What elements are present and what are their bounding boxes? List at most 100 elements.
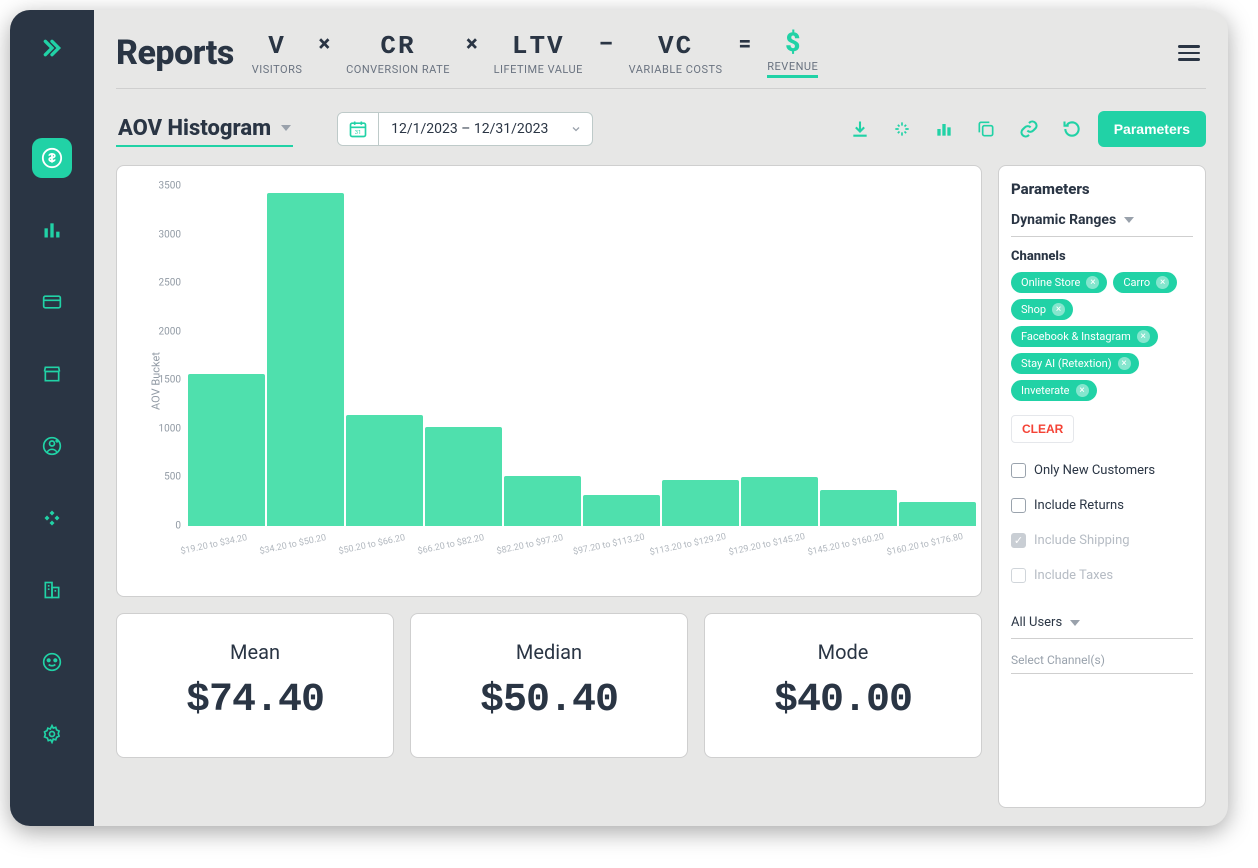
checkbox	[1011, 533, 1026, 548]
term-ltv[interactable]: LTV LIFETIME VALUE	[494, 31, 583, 76]
y-tick-label: 2000	[155, 326, 181, 337]
x-tick-label: $82.20 to $97.20	[484, 531, 574, 559]
term-conversion[interactable]: CR CONVERSION RATE	[346, 31, 450, 76]
sidebar-item-building[interactable]	[32, 570, 72, 610]
y-tick-label: 2500	[155, 278, 181, 289]
x-tick-label: $160.20 to $176.80	[879, 531, 969, 559]
dollar-icon: $	[785, 28, 800, 58]
y-tick-label: 0	[155, 521, 181, 532]
sidebar-item-card[interactable]	[32, 282, 72, 322]
copy-icon[interactable]	[976, 119, 996, 139]
term-vc[interactable]: VC VARIABLE COSTS	[629, 31, 723, 76]
checkbox[interactable]	[1011, 463, 1026, 478]
histogram-bar[interactable]	[820, 490, 897, 526]
sidebar-item-store[interactable]	[32, 354, 72, 394]
sidebar-item-charts[interactable]	[32, 210, 72, 250]
checkbox-row: Include Shipping	[1011, 523, 1193, 558]
op-multiply: ×	[318, 32, 330, 57]
content-area: AOV Bucket 0500100015002000250030003500$…	[116, 165, 1206, 808]
select-channels-input[interactable]: Select Channel(s)	[1011, 639, 1193, 674]
stat-card-mode: Mode $40.00	[704, 613, 982, 758]
y-tick-label: 3500	[155, 181, 181, 192]
channel-chip[interactable]: Shop×	[1011, 299, 1073, 320]
checkbox	[1011, 568, 1026, 583]
bar-chart-icon[interactable]	[934, 119, 954, 139]
x-tick-label: $19.20 to $34.20	[168, 531, 258, 559]
histogram-bar[interactable]	[504, 476, 581, 527]
formula-bar: V VISITORS × CR CONVERSION RATE × LTV LI…	[252, 28, 1172, 78]
remove-chip-icon[interactable]: ×	[1137, 330, 1150, 343]
sidebar-item-user[interactable]	[32, 426, 72, 466]
channel-chip[interactable]: Stay AI (Retextion)×	[1011, 353, 1139, 374]
x-tick-label: $113.20 to $129.20	[642, 531, 732, 559]
channel-chip[interactable]: Inveterate×	[1011, 380, 1097, 401]
tool-icons	[850, 119, 1082, 139]
sidebar-item-revenue[interactable]	[32, 138, 72, 178]
caret-down-icon	[1124, 217, 1134, 223]
remove-chip-icon[interactable]: ×	[1118, 357, 1131, 370]
chevron-down-icon	[560, 120, 592, 139]
histogram-bar[interactable]	[188, 374, 265, 527]
x-tick-label: $129.20 to $145.20	[721, 531, 811, 559]
histogram-bar[interactable]	[662, 480, 739, 526]
header: Reports V VISITORS × CR CONVERSION RATE …	[116, 28, 1206, 89]
parameters-panel: Parameters Dynamic Ranges Channels Onlin…	[998, 165, 1206, 808]
channel-chip[interactable]: Facebook & Instagram×	[1011, 326, 1158, 347]
sidebar-item-gamepad[interactable]	[32, 498, 72, 538]
sidebar-item-settings[interactable]	[32, 714, 72, 754]
sidebar-item-dashboard[interactable]	[32, 642, 72, 682]
remove-chip-icon[interactable]: ×	[1156, 276, 1169, 289]
histogram-bar[interactable]	[741, 477, 818, 526]
histogram-bar[interactable]	[583, 495, 660, 526]
parameters-title: Parameters	[1011, 180, 1193, 198]
channel-chip[interactable]: Online Store×	[1011, 272, 1107, 293]
histogram-bar[interactable]	[267, 193, 344, 526]
y-tick-label: 1500	[155, 375, 181, 386]
sparkle-icon[interactable]	[892, 119, 912, 139]
menu-icon[interactable]	[1172, 39, 1206, 67]
checkbox-row: Include Taxes	[1011, 558, 1193, 593]
link-icon[interactable]	[1018, 119, 1040, 139]
app-logo	[36, 32, 68, 68]
aov-histogram-chart: AOV Bucket 0500100015002000250030003500$…	[116, 165, 982, 597]
toolbar: AOV Histogram 31 12/1/2023 – 12/31/2023	[116, 111, 1206, 147]
op-multiply: ×	[466, 32, 478, 57]
all-users-dropdown[interactable]: All Users	[1011, 605, 1193, 639]
svg-text:31: 31	[355, 130, 362, 136]
checkbox-row[interactable]: Include Returns	[1011, 488, 1193, 523]
channels-label: Channels	[1011, 249, 1193, 264]
report-name-label: AOV Histogram	[118, 116, 271, 141]
y-tick-label: 3000	[155, 229, 181, 240]
calendar-icon: 31	[338, 113, 379, 145]
x-tick-label: $97.20 to $113.20	[563, 531, 653, 559]
remove-chip-icon[interactable]: ×	[1086, 276, 1099, 289]
checkbox-row[interactable]: Only New Customers	[1011, 453, 1193, 488]
channel-chip[interactable]: Carro×	[1113, 272, 1177, 293]
histogram-bar[interactable]	[425, 427, 502, 526]
y-tick-label: 500	[155, 472, 181, 483]
main-content: Reports V VISITORS × CR CONVERSION RATE …	[94, 10, 1228, 826]
parameters-button[interactable]: Parameters	[1098, 111, 1206, 147]
histogram-bar[interactable]	[899, 502, 976, 526]
date-range-picker[interactable]: 31 12/1/2023 – 12/31/2023	[337, 112, 593, 146]
page-title: Reports	[116, 33, 234, 73]
stat-card-median: Median $50.40	[410, 613, 688, 758]
undo-icon[interactable]	[1062, 119, 1082, 139]
channel-chips: Online Store× Carro× Shop× Facebook & Insta…	[1011, 272, 1193, 401]
report-name-dropdown[interactable]: AOV Histogram	[116, 112, 293, 147]
histogram-bar[interactable]	[346, 415, 423, 526]
caret-down-icon	[281, 125, 291, 131]
stats-row: Mean $74.40 Median $50.40 Mode $40.00	[116, 613, 982, 758]
term-revenue[interactable]: $ REVENUE	[767, 28, 818, 78]
remove-chip-icon[interactable]: ×	[1052, 303, 1065, 316]
download-icon[interactable]	[850, 119, 870, 139]
x-tick-label: $50.20 to $66.20	[326, 531, 416, 559]
remove-chip-icon[interactable]: ×	[1076, 384, 1089, 397]
checkbox[interactable]	[1011, 498, 1026, 513]
x-tick-label: $145.20 to $160.20	[800, 531, 890, 559]
dynamic-ranges-dropdown[interactable]: Dynamic Ranges	[1011, 212, 1193, 237]
op-minus: –	[599, 32, 613, 57]
clear-button[interactable]: CLEAR	[1011, 415, 1074, 443]
term-visitors[interactable]: V VISITORS	[252, 31, 303, 76]
x-tick-label: $34.20 to $50.20	[247, 531, 337, 559]
